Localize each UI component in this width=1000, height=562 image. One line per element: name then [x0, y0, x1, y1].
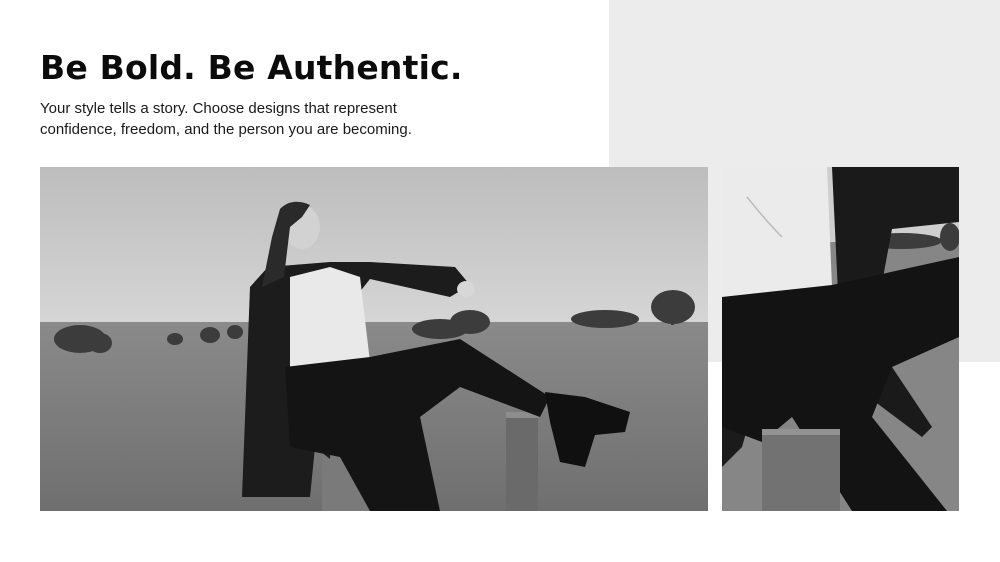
detail-photo	[722, 167, 959, 511]
subtitle-line-1: Your style tells a story. Choose designs…	[40, 100, 397, 117]
main-photo	[40, 167, 708, 511]
main-photo-image	[40, 167, 708, 511]
detail-photo-image	[722, 167, 959, 511]
slide-subtitle: Your style tells a story. Choose designs…	[40, 98, 480, 140]
slide-title: Be Bold. Be Authentic.	[40, 48, 463, 87]
subtitle-line-2: confidence, freedom, and the person you …	[40, 121, 412, 138]
